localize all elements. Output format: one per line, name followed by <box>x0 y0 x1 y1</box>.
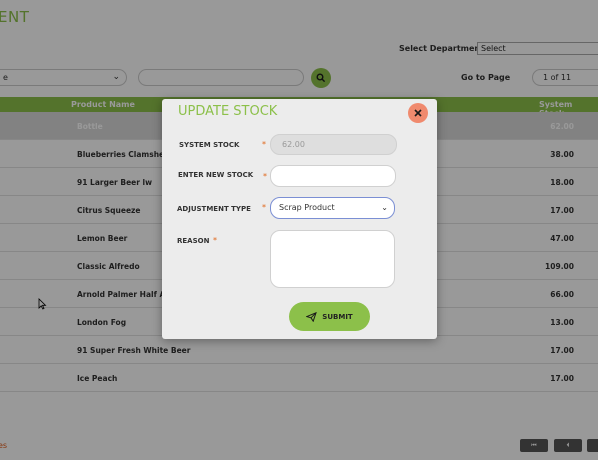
adjustment-type-select[interactable]: Scrap Product ⌄ <box>270 197 395 219</box>
send-icon <box>306 311 318 322</box>
new-stock-label: ENTER NEW STOCK <box>178 171 254 179</box>
adjustment-type-label: ADJUSTMENT TYPE <box>177 205 251 213</box>
reason-label: REASON <box>177 237 210 245</box>
reason-textarea[interactable] <box>270 230 395 288</box>
submit-label: SUBMIT <box>322 312 353 321</box>
required-marker: * <box>213 236 217 245</box>
required-marker: * <box>263 172 267 181</box>
required-marker: * <box>262 203 266 212</box>
system-stock-label: SYSTEM STOCK <box>179 141 240 149</box>
new-stock-input[interactable] <box>270 165 396 187</box>
close-icon <box>414 109 422 117</box>
dialog-title: UPDATE STOCK <box>178 104 278 119</box>
update-stock-dialog: UPDATE STOCK SYSTEM STOCK * 62.00 ENTER … <box>162 99 437 339</box>
chevron-down-icon: ⌄ <box>381 203 388 212</box>
system-stock-field: 62.00 <box>270 134 397 155</box>
close-button[interactable] <box>408 103 428 123</box>
required-marker: * <box>262 140 266 149</box>
adjustment-type-value: Scrap Product <box>279 203 335 212</box>
submit-button[interactable]: SUBMIT <box>289 302 370 331</box>
